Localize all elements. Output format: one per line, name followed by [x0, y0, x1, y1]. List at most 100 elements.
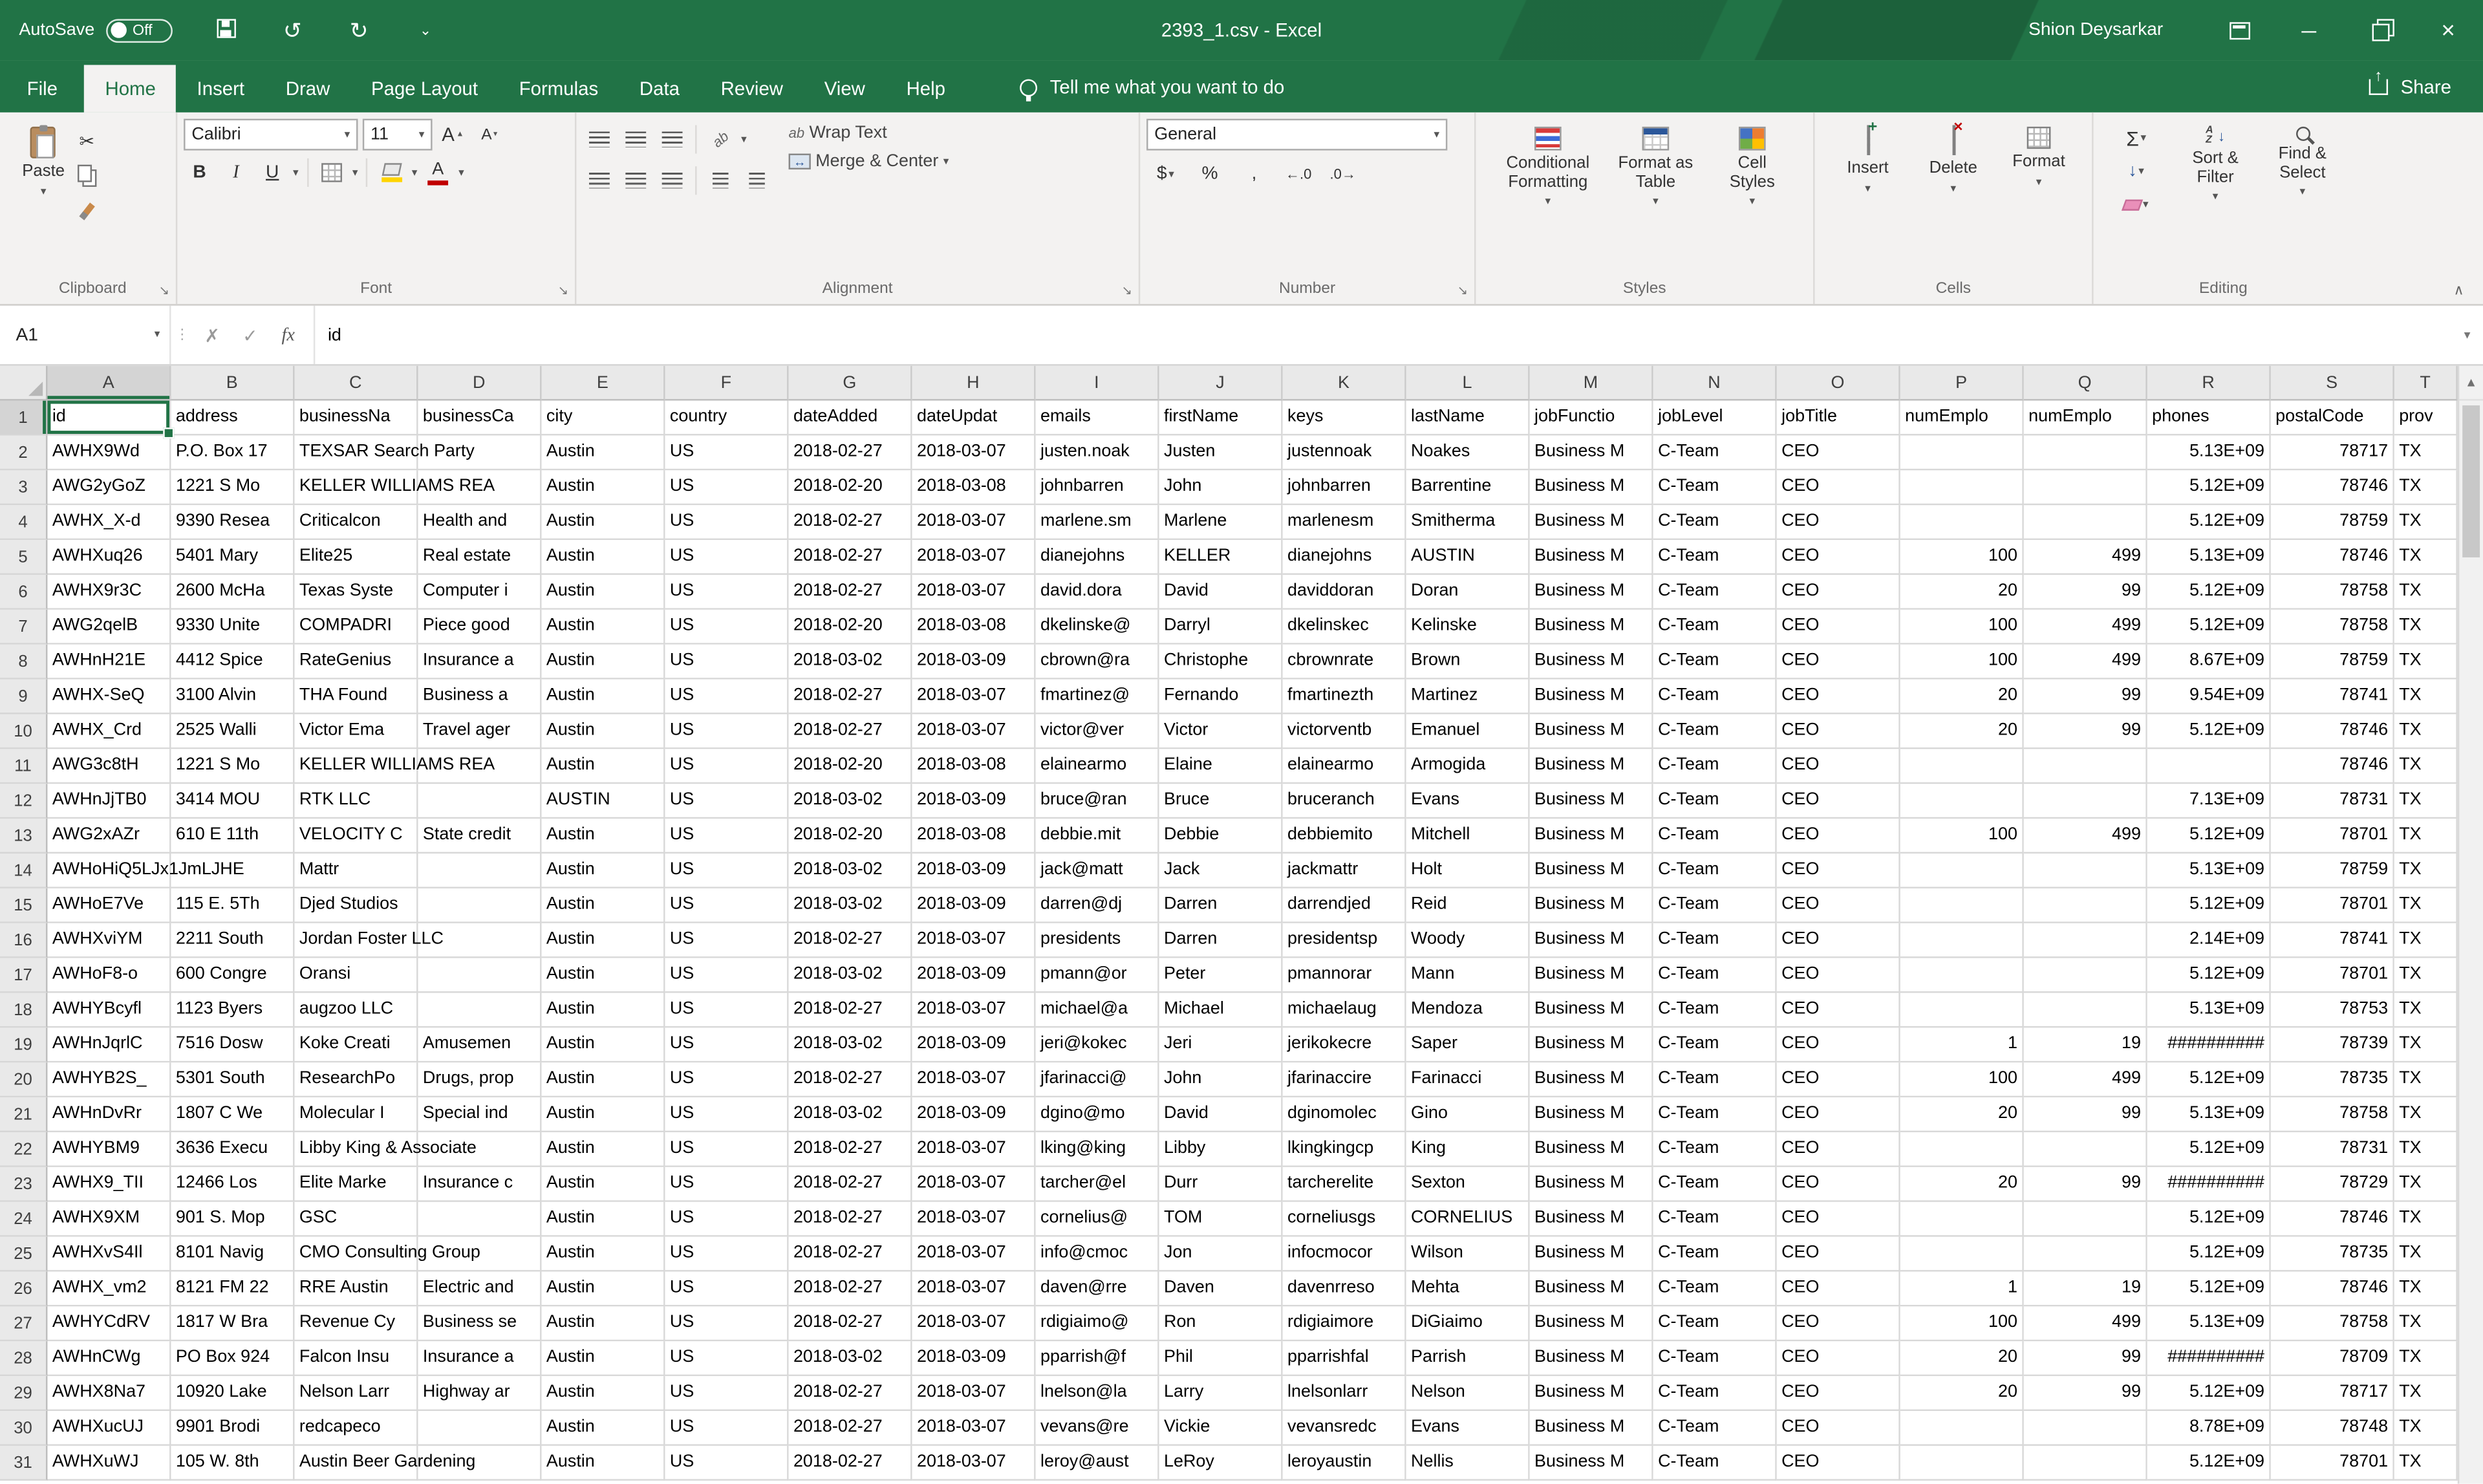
cell-A24[interactable]: AWHX9XM [47, 1202, 171, 1237]
cell-G18[interactable]: 2018-02-27 [789, 993, 912, 1028]
cell-I18[interactable]: michael@a [1036, 993, 1159, 1028]
cell-S24[interactable]: 78746 [2271, 1202, 2394, 1237]
cell-A29[interactable]: AWHX8Na7 [47, 1376, 171, 1411]
cell-O25[interactable]: CEO [1777, 1237, 1900, 1272]
cell-T28[interactable]: TX [2394, 1341, 2458, 1376]
cell-F9[interactable]: US [665, 680, 789, 715]
cell-Q14[interactable] [2024, 854, 2147, 888]
cell-H5[interactable]: 2018-03-07 [912, 540, 1036, 575]
cell-O31[interactable]: CEO [1777, 1446, 1900, 1481]
cell-D21[interactable]: Special ind [418, 1097, 542, 1132]
cell-D29[interactable]: Highway ar [418, 1376, 542, 1411]
cell-B16[interactable]: 2211 South [171, 923, 294, 958]
cell-D8[interactable]: Insurance a [418, 645, 542, 680]
paste-button[interactable]: Paste ▾ [16, 119, 70, 277]
cell-G9[interactable]: 2018-02-27 [789, 680, 912, 715]
cell-N31[interactable]: C-Team [1653, 1446, 1777, 1481]
cell-S4[interactable]: 78759 [2271, 505, 2394, 540]
cell-C2[interactable]: TEXSAR Search Party [295, 435, 418, 470]
row-header-12[interactable]: 12 [0, 784, 47, 819]
row-header-7[interactable]: 7 [0, 610, 47, 645]
cell-T16[interactable]: TX [2394, 923, 2458, 958]
cell-B29[interactable]: 10920 Lake [171, 1376, 294, 1411]
cell-M2[interactable]: Business M [1530, 435, 1653, 470]
cell-I14[interactable]: jack@matt [1036, 854, 1159, 888]
cell-I27[interactable]: rdigiaimo@ [1036, 1306, 1159, 1341]
cell-L26[interactable]: Mehta [1406, 1272, 1530, 1307]
autosave-toggle[interactable]: AutoSave Off [19, 18, 172, 42]
cell-C24[interactable]: GSC [295, 1202, 418, 1237]
cell-N3[interactable]: C-Team [1653, 470, 1777, 505]
cell-O23[interactable]: CEO [1777, 1167, 1900, 1202]
cell-Q12[interactable] [2024, 784, 2147, 819]
collapse-ribbon-button[interactable]: ∧ [2453, 282, 2464, 299]
row-header-10[interactable]: 10 [0, 714, 47, 749]
cell-L20[interactable]: Farinacci [1406, 1062, 1530, 1097]
cell-N22[interactable]: C-Team [1653, 1132, 1777, 1167]
cell-C13[interactable]: VELOCITY C [295, 819, 418, 854]
cell-S25[interactable]: 78735 [2271, 1237, 2394, 1272]
cell-M18[interactable]: Business M [1530, 993, 1653, 1028]
cell-A30[interactable]: AWHXucUJ [47, 1411, 171, 1446]
cell-T7[interactable]: TX [2394, 610, 2458, 645]
cell-C18[interactable]: augzoo LLC [295, 993, 418, 1028]
column-header-N[interactable]: N [1653, 366, 1777, 401]
cell-J7[interactable]: Darryl [1159, 610, 1283, 645]
cell-Q24[interactable] [2024, 1202, 2147, 1237]
cell-G1[interactable]: dateAdded [789, 401, 912, 436]
cell-A5[interactable]: AWHXuq26 [47, 540, 171, 575]
fill-button[interactable]: ↓▾ [2100, 155, 2173, 187]
cell-O10[interactable]: CEO [1777, 714, 1900, 749]
cell-R27[interactable]: 5.13E+09 [2147, 1306, 2271, 1341]
cell-N5[interactable]: C-Team [1653, 540, 1777, 575]
cell-Q3[interactable] [2024, 470, 2147, 505]
cell-O24[interactable]: CEO [1777, 1202, 1900, 1237]
cell-K31[interactable]: leroyaustin [1283, 1446, 1406, 1481]
cell-L16[interactable]: Woody [1406, 923, 1530, 958]
cell-I24[interactable]: cornelius@ [1036, 1202, 1159, 1237]
cell-O1[interactable]: jobTitle [1777, 401, 1900, 436]
format-cells-button[interactable]: Format ▾ [1996, 119, 2081, 277]
scrollbar-thumb[interactable] [2462, 405, 2480, 557]
cell-J13[interactable]: Debbie [1159, 819, 1283, 854]
cell-O29[interactable]: CEO [1777, 1376, 1900, 1411]
cell-A17[interactable]: AWHoF8-o [47, 958, 171, 993]
cell-J25[interactable]: Jon [1159, 1237, 1283, 1272]
cell-P19[interactable]: 1 [1900, 1027, 2024, 1062]
cell-D7[interactable]: Piece good [418, 610, 542, 645]
minimize-button[interactable]: ─ [2274, 0, 2344, 60]
cell-G24[interactable]: 2018-02-27 [789, 1202, 912, 1237]
cell-I4[interactable]: marlene.sm [1036, 505, 1159, 540]
cell-E19[interactable]: Austin [542, 1027, 665, 1062]
cell-K3[interactable]: johnbarren [1283, 470, 1406, 505]
cell-L2[interactable]: Noakes [1406, 435, 1530, 470]
cell-N11[interactable]: C-Team [1653, 749, 1777, 784]
cell-S30[interactable]: 78748 [2271, 1411, 2394, 1446]
cell-G29[interactable]: 2018-02-27 [789, 1376, 912, 1411]
cell-M23[interactable]: Business M [1530, 1167, 1653, 1202]
row-header-3[interactable]: 3 [0, 470, 47, 505]
orientation-button[interactable]: ab [705, 124, 736, 155]
cell-M4[interactable]: Business M [1530, 505, 1653, 540]
cell-T12[interactable]: TX [2394, 784, 2458, 819]
cell-O26[interactable]: CEO [1777, 1272, 1900, 1307]
cell-O4[interactable]: CEO [1777, 505, 1900, 540]
cell-D26[interactable]: Electric and [418, 1272, 542, 1307]
cell-H2[interactable]: 2018-03-07 [912, 435, 1036, 470]
cell-S31[interactable]: 78701 [2271, 1446, 2394, 1481]
cell-K2[interactable]: justennoak [1283, 435, 1406, 470]
cell-K28[interactable]: pparrishfal [1283, 1341, 1406, 1376]
cell-H12[interactable]: 2018-03-09 [912, 784, 1036, 819]
row-header-23[interactable]: 23 [0, 1167, 47, 1202]
cell-S17[interactable]: 78701 [2271, 958, 2394, 993]
cell-P25[interactable] [1900, 1237, 2024, 1272]
align-center-button[interactable] [619, 165, 651, 197]
cell-D5[interactable]: Real estate [418, 540, 542, 575]
name-box-dropdown[interactable]: ▾ [155, 329, 160, 340]
cell-I7[interactable]: dkelinske@ [1036, 610, 1159, 645]
cell-L1[interactable]: lastName [1406, 401, 1530, 436]
column-header-R[interactable]: R [2147, 366, 2271, 401]
cell-N24[interactable]: C-Team [1653, 1202, 1777, 1237]
cell-N1[interactable]: jobLevel [1653, 401, 1777, 436]
cell-E8[interactable]: Austin [542, 645, 665, 680]
